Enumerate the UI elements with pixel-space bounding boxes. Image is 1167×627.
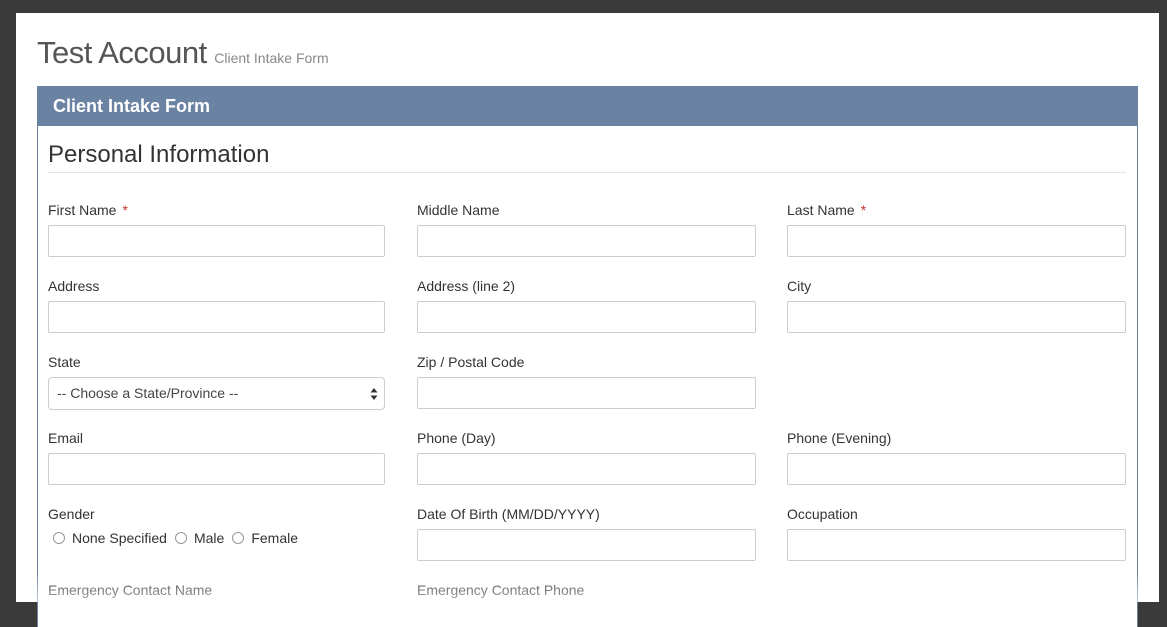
page-subtitle: Client Intake Form xyxy=(214,50,329,66)
section-divider xyxy=(48,172,1126,173)
page-title: Test Account xyxy=(37,35,207,70)
email-input[interactable] xyxy=(48,453,385,485)
gender-option-male[interactable]: Male xyxy=(174,530,224,546)
page-container: Test Account Client Intake Form Client I… xyxy=(16,13,1159,627)
page-header: Test Account Client Intake Form xyxy=(37,35,329,71)
middle-name-input[interactable] xyxy=(417,225,756,257)
occupation-label: Occupation xyxy=(787,506,858,522)
email-label: Email xyxy=(48,430,84,446)
occupation-input[interactable] xyxy=(787,529,1126,561)
zip-label: Zip / Postal Code xyxy=(417,354,525,370)
emergency-contact-phone-label: Emergency Contact Phone xyxy=(417,582,585,598)
phone-day-label: Phone (Day) xyxy=(417,430,496,446)
last-name-input[interactable] xyxy=(787,225,1126,257)
radio-button[interactable] xyxy=(53,532,65,544)
zip-input[interactable] xyxy=(417,377,756,409)
dob-label: Date Of Birth (MM/DD/YYYY) xyxy=(417,506,600,522)
gender-option-none[interactable]: None Specified xyxy=(53,530,167,546)
address-label: Address xyxy=(48,278,100,294)
last-name-label: Last Name * xyxy=(787,202,867,218)
first-name-label: First Name * xyxy=(48,202,128,218)
radio-button[interactable] xyxy=(174,532,187,544)
city-input[interactable] xyxy=(787,301,1126,333)
required-marker: * xyxy=(860,202,867,218)
address2-input[interactable] xyxy=(417,301,756,333)
emergency-contact-name-label: Emergency Contact Name xyxy=(48,582,213,598)
phone-day-input[interactable] xyxy=(417,453,756,485)
intake-form-panel: Client Intake Form Personal Information … xyxy=(37,86,1138,627)
state-select[interactable]: -- Choose a State/Province -- xyxy=(48,377,385,410)
state-select-value: -- Choose a State/Province -- xyxy=(57,385,239,401)
select-arrows-icon xyxy=(370,388,378,400)
dob-input[interactable] xyxy=(417,529,756,561)
panel-heading: Client Intake Form xyxy=(38,87,1137,126)
state-label: State xyxy=(48,354,81,370)
gender-radio-group: None Specified Male Female xyxy=(53,530,306,546)
middle-name-label: Middle Name xyxy=(417,202,500,218)
required-marker: * xyxy=(122,202,128,218)
phone-evening-input[interactable] xyxy=(787,453,1126,485)
address2-label: Address (line 2) xyxy=(417,278,516,294)
address-input[interactable] xyxy=(48,301,385,333)
radio-button[interactable] xyxy=(232,532,245,544)
gender-option-female[interactable]: Female xyxy=(232,530,298,546)
section-title-personal-information: Personal Information xyxy=(48,141,270,168)
first-name-input[interactable] xyxy=(48,225,385,257)
gender-label: Gender xyxy=(48,506,95,522)
city-label: City xyxy=(787,278,812,294)
phone-evening-label: Phone (Evening) xyxy=(787,430,892,446)
